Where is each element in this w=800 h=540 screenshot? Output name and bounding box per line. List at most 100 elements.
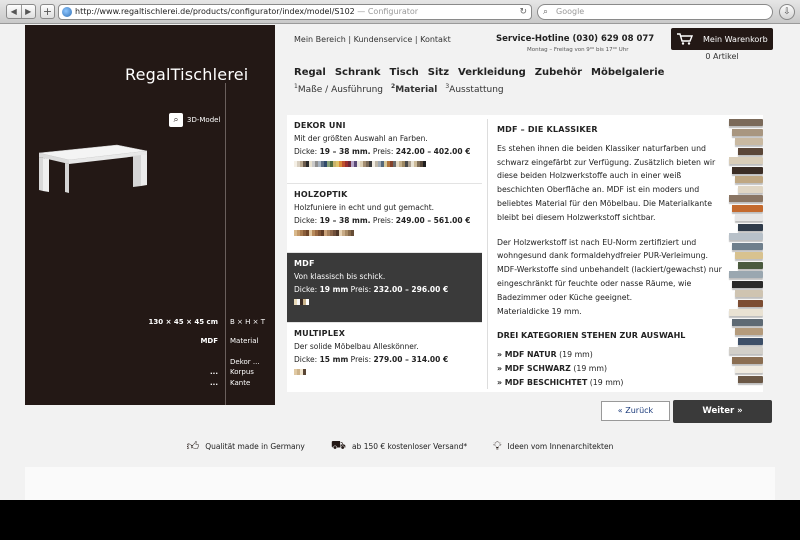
link-kundenservice[interactable]: Kundenservice (354, 35, 413, 44)
dimension-value: 130 × 45 × 45 cm (148, 318, 218, 326)
description-text-2: Der Holzwerkstoff ist nach EU-Norm zerti… (497, 237, 722, 316)
wood-swatches (294, 230, 475, 236)
categories-heading: DREI KATEGORIEN STEHEN ZUR AUSWAHL (497, 331, 686, 341)
nav-moebelgalerie[interactable]: Möbelgalerie (591, 67, 664, 78)
service-hours: Montag – Freitag von 9⁰⁰ bis 17⁰⁰ Uhr (527, 47, 629, 53)
forward-arrow-icon[interactable]: ▶ (22, 5, 36, 18)
nav-verkleidung[interactable]: Verkleidung (458, 67, 526, 78)
panel-divider (487, 119, 488, 389)
material-plate (735, 366, 763, 373)
material-plate (732, 166, 763, 174)
material-plate (729, 309, 763, 316)
material-plate (732, 128, 763, 136)
material-plates-preview (725, 119, 763, 389)
material-plate (735, 214, 763, 221)
description-title: MDF – DIE KLASSIKER (497, 125, 598, 134)
material-plate (732, 356, 763, 364)
kante-label: Kante (230, 379, 251, 387)
next-button[interactable]: Weiter » (673, 400, 772, 423)
step-masse[interactable]: 1Maße / Ausführung (294, 83, 383, 95)
cart-count: 0 Artikel (705, 52, 739, 61)
material-plate (729, 119, 763, 126)
thumbs-up-icon: 👍︎ (186, 438, 200, 453)
material-plate (732, 242, 763, 250)
model-3d-link[interactable]: ⌕ 3D-Model (169, 113, 220, 127)
truck-icon: ⛟ (330, 438, 346, 452)
material-plate (738, 375, 763, 383)
category-mdf[interactable]: MDF Von klassisch bis schick. Dicke: 19 … (287, 253, 482, 323)
cart-button[interactable]: Mein Warenkorb (671, 28, 773, 50)
material-plate (738, 147, 763, 155)
material-plate (735, 328, 763, 335)
material-plate (729, 195, 763, 202)
search-placeholder: Google (556, 7, 585, 16)
nav-zubehoer[interactable]: Zubehör (535, 67, 582, 78)
search-field[interactable]: ⌕ Google (537, 4, 773, 20)
nav-sitz[interactable]: Sitz (428, 67, 449, 78)
page-bottom (25, 467, 775, 500)
main-nav: Regal Schrank Tisch Sitz Verkleidung Zub… (294, 67, 664, 78)
korpus-label: Korpus (230, 368, 254, 376)
material-plate (732, 204, 763, 212)
footer-features: 👍︎ Qualität made in Germany ⛟ ab 150 € k… (0, 425, 800, 467)
bench-preview[interactable] (37, 133, 149, 193)
step-ausstattung[interactable]: 3Ausstattung (445, 83, 503, 95)
product-viewer: RegalTischlerei ⌕ 3D-Model 130 × 45 × 45… (25, 25, 275, 405)
back-arrow-icon[interactable]: ◀ (7, 5, 22, 18)
site-logo[interactable]: RegalTischlerei (125, 65, 248, 84)
feature-ideas: 💡︎ Ideen vom Innenarchitekten (493, 438, 614, 453)
configurator-steps: 1Maße / Ausführung 2Material 3Ausstattun… (294, 83, 504, 95)
service-hotline: Service-Hotline (030) 629 08 077 (496, 34, 655, 44)
material-plate (735, 176, 763, 183)
category-dekor-uni[interactable]: DEKOR UNI Mit der größten Auswahl an Far… (287, 115, 482, 184)
material-plate (735, 290, 763, 297)
material-description: MDF – DIE KLASSIKER Es stehen ihnen die … (497, 123, 723, 390)
cart-icon (677, 33, 693, 45)
viewer-divider (225, 83, 226, 405)
step-material[interactable]: 2Material (391, 83, 437, 95)
option-mdf-beschichtet[interactable]: » MDF BESCHICHTET (19 mm) (497, 376, 723, 390)
material-plate (735, 138, 763, 145)
material-plate (738, 337, 763, 345)
material-value: MDF (200, 337, 218, 345)
nav-tisch[interactable]: Tisch (390, 67, 419, 78)
material-plate (738, 299, 763, 307)
option-mdf-schwarz[interactable]: » MDF SCHWARZ (19 mm) (497, 362, 723, 376)
mdf-option-list: » MDF NATUR (19 mm) » MDF SCHWARZ (19 mm… (497, 348, 723, 389)
lightbulb-icon: 💡︎ (493, 438, 502, 453)
add-bookmark-button[interactable]: + (40, 4, 55, 19)
multiplex-swatches (294, 369, 475, 375)
color-swatch[interactable] (306, 299, 309, 305)
nav-regal[interactable]: Regal (294, 67, 326, 78)
feature-shipping: ⛟ ab 150 € kostenloser Versand* (330, 438, 468, 452)
description-text: Es stehen ihnen die beiden Klassiker nat… (497, 143, 716, 222)
nav-schrank[interactable]: Schrank (335, 67, 381, 78)
browser-toolbar: ◀ ▶ + http://www.regaltischlerei.de/prod… (0, 0, 800, 24)
dekor-label: Dekor ... (230, 358, 260, 366)
browser-window: ◀ ▶ + http://www.regaltischlerei.de/prod… (0, 0, 800, 500)
feature-quality: 👍︎ Qualität made in Germany (186, 438, 305, 453)
color-swatch[interactable] (351, 230, 354, 236)
history-buttons: ◀ ▶ (6, 4, 36, 19)
page-title-in-address: Configurator (367, 7, 419, 16)
link-kontakt[interactable]: Kontakt (420, 35, 451, 44)
material-plate (735, 252, 763, 259)
downloads-icon[interactable]: ⇩ (779, 4, 795, 20)
globe-icon (62, 7, 72, 17)
link-mein-bereich[interactable]: Mein Bereich (294, 35, 346, 44)
category-multiplex[interactable]: MULTIPLEX Der solide Möbelbau Alleskönne… (287, 323, 482, 392)
material-plate (729, 271, 763, 278)
material-plate (738, 261, 763, 269)
address-bar[interactable]: http://www.regaltischlerei.de/products/c… (58, 4, 532, 20)
zoom-icon: ⌕ (169, 113, 183, 127)
material-panel: DEKOR UNI Mit der größten Auswahl an Far… (287, 115, 763, 392)
mdf-swatches (294, 299, 475, 305)
reload-icon[interactable]: ↻ (519, 5, 527, 19)
category-holzoptik[interactable]: HOLZOPTIK Holzfuniere in echt und gut ge… (287, 184, 482, 253)
back-button[interactable]: « Zurück (601, 401, 670, 421)
korpus-value: ... (210, 368, 218, 376)
color-swatch[interactable] (303, 369, 306, 375)
color-swatch[interactable] (423, 161, 426, 167)
option-mdf-natur[interactable]: » MDF NATUR (19 mm) (497, 348, 723, 362)
material-plate (738, 223, 763, 231)
